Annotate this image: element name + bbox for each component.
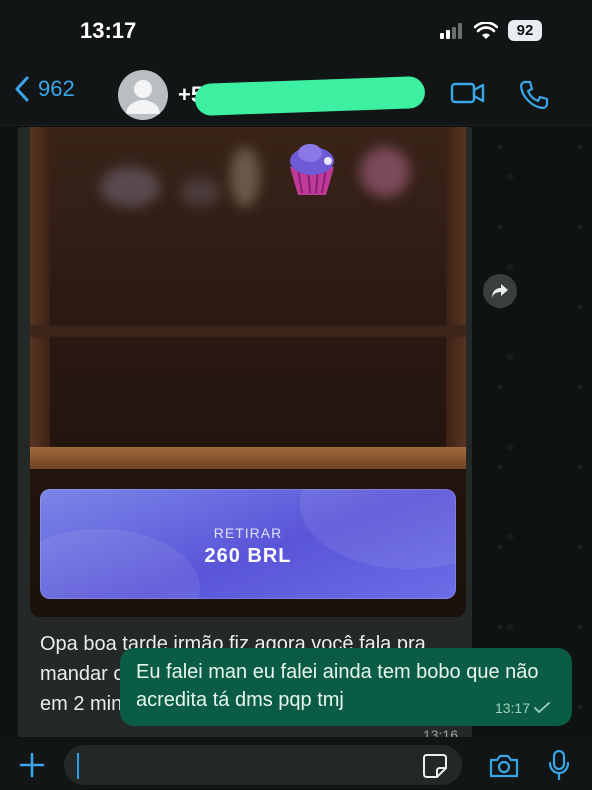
message-input[interactable] — [64, 745, 462, 785]
withdraw-amount: 260 BRL — [204, 545, 292, 567]
forward-icon — [492, 284, 508, 298]
wifi-icon — [474, 21, 498, 39]
withdraw-label: RETIRAR — [213, 525, 283, 541]
status-indicators: 92 — [440, 20, 542, 41]
video-call-icon[interactable] — [450, 78, 486, 108]
plus-icon[interactable] — [18, 751, 46, 779]
blurred-item — [360, 147, 410, 197]
redaction-mark — [194, 75, 426, 117]
outgoing-message-time: 13:17 — [494, 700, 530, 716]
battery-indicator: 92 — [508, 20, 542, 41]
media-image[interactable]: RETIRAR 260 BRL — [30, 127, 466, 617]
outgoing-message-bubble[interactable]: Eu falei man eu falei ainda tem bobo que… — [120, 648, 572, 726]
forward-button[interactable] — [483, 274, 517, 308]
message-input-bar — [0, 737, 592, 790]
blurred-item — [180, 177, 220, 207]
read-check-icon — [534, 702, 550, 714]
withdraw-button[interactable]: RETIRAR 260 BRL — [40, 489, 456, 599]
status-bar: 13:17 92 — [0, 0, 592, 62]
chat-header: 962 +5 — [0, 62, 592, 126]
microphone-icon[interactable] — [548, 749, 570, 781]
default-avatar-icon — [126, 80, 160, 114]
camera-icon[interactable] — [488, 753, 520, 779]
sticker-icon[interactable] — [422, 753, 448, 779]
cupcake-icon — [290, 144, 334, 195]
incoming-message-time: 13:16 — [422, 727, 458, 737]
status-time: 13:17 — [80, 18, 137, 43]
blurred-item — [230, 147, 260, 207]
text-caret — [77, 753, 79, 779]
shelf-board — [30, 325, 466, 337]
outgoing-message-meta: 13:17 — [495, 700, 550, 716]
unread-count: 962 — [38, 76, 75, 101]
blurred-item — [100, 167, 160, 207]
phone-icon[interactable] — [518, 78, 550, 110]
shelf-bottom — [30, 447, 466, 469]
chat-area[interactable]: RETIRAR 260 BRL Opa boa tarde irmão fiz … — [0, 127, 592, 737]
signal-icon — [440, 22, 462, 39]
shelf-frame-right — [446, 127, 466, 457]
back-chevron-icon — [15, 76, 29, 102]
shelf-frame-left — [30, 127, 50, 457]
outgoing-message-text: Eu falei man eu falei ainda tem bobo que… — [136, 661, 539, 711]
incoming-message-bubble[interactable]: RETIRAR 260 BRL Opa boa tarde irmão fiz … — [18, 127, 472, 737]
avatar[interactable] — [118, 70, 168, 120]
back-button[interactable]: 962 — [14, 76, 75, 102]
